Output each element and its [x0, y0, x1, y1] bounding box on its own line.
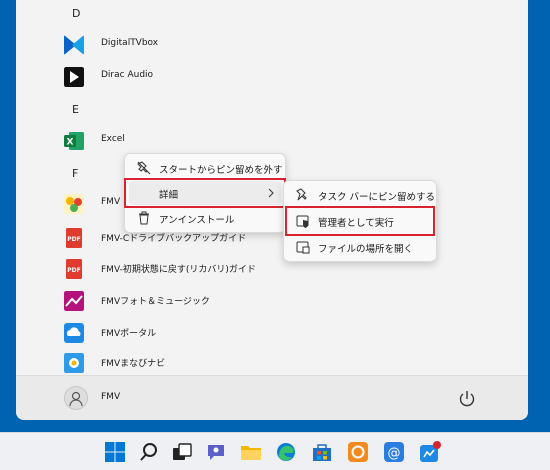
edge-icon[interactable] [275, 441, 297, 463]
fmv-manabi-navi-icon [64, 353, 84, 373]
user-name[interactable]: FMV [101, 392, 120, 402]
fmv-photo-music-icon [64, 291, 84, 311]
pin-icon [296, 188, 307, 201]
ctx-label: ファイルの場所を開く [318, 244, 414, 255]
open-file-location-item[interactable]: ファイルの場所を開く [288, 235, 432, 259]
ctx-label: スタートからピン留めを外す [159, 165, 283, 176]
app-label: DigitalTVbox [101, 38, 159, 48]
app-fmv-portal[interactable]: FMVポータル [64, 320, 364, 346]
trash-icon [139, 211, 149, 225]
uninstall-item[interactable]: アンインストール [129, 206, 281, 230]
app-fmv-manabi-navi[interactable]: FMVまなびナビ [64, 350, 364, 376]
folder-open-icon [296, 241, 310, 254]
pdf-icon: PDF [66, 259, 82, 279]
svg-text:X: X [67, 138, 74, 148]
fmv-icon [64, 194, 84, 214]
notification-app-icon[interactable] [419, 441, 441, 463]
app-dirac-audio[interactable]: Dirac Audio [64, 64, 364, 90]
dirac-audio-icon [64, 67, 84, 87]
app-label: FMV-初期状態に戻す(リカバリ)ガイド [101, 265, 256, 275]
excel-icon: X [64, 132, 84, 150]
fmv-portal-icon [64, 323, 84, 343]
highlight-box-run-as-admin [285, 206, 435, 236]
svg-text:@: @ [388, 446, 401, 461]
pin-to-taskbar-item[interactable]: タスク バーにピン留めする [288, 183, 436, 207]
search-icon[interactable] [138, 441, 160, 463]
microsoft-store-icon[interactable] [311, 441, 333, 463]
pdf-icon: PDF [66, 228, 82, 248]
task-view-icon[interactable] [171, 441, 193, 463]
app-digitaltvbox[interactable]: DigitalTVbox [64, 32, 364, 58]
app-label: FMVポータル [101, 329, 157, 339]
svg-text:PDF: PDF [67, 267, 80, 274]
app-label: Dirac Audio [101, 70, 154, 80]
power-icon[interactable] [456, 388, 478, 410]
app-excel[interactable]: X Excel [64, 128, 364, 154]
app-label: FMV [101, 197, 121, 207]
highlight-box-details [124, 178, 286, 208]
digitaltvbox-icon [64, 35, 84, 55]
ctx-label: タスク バーにピン留めする [318, 192, 436, 203]
teams-chat-icon[interactable] [205, 441, 227, 463]
user-bar: FMV [16, 375, 528, 420]
mail-icon[interactable]: @ [383, 441, 405, 463]
app-label: FMVフォト＆ミュージック [101, 297, 210, 307]
file-explorer-icon[interactable] [240, 441, 262, 463]
user-icon [69, 391, 83, 407]
avatar[interactable] [64, 386, 88, 410]
app-orange-icon[interactable] [347, 441, 369, 463]
unpin-from-start-item[interactable]: スタートからピン留めを外す [129, 156, 283, 180]
app-label: FMVまなびナビ [101, 359, 166, 369]
section-letter-e[interactable]: E [72, 103, 79, 116]
app-fmv-photo-music[interactable]: FMVフォト＆ミュージック [64, 288, 364, 314]
taskbar: @ [0, 432, 550, 470]
section-letter-f[interactable]: F [72, 167, 78, 180]
windows-start-icon[interactable] [104, 441, 126, 463]
section-letter-d[interactable]: D [72, 7, 80, 20]
ctx-label: アンインストール [159, 215, 235, 226]
unpin-icon [137, 161, 151, 175]
svg-text:PDF: PDF [67, 236, 80, 243]
app-label: Excel [101, 134, 125, 144]
